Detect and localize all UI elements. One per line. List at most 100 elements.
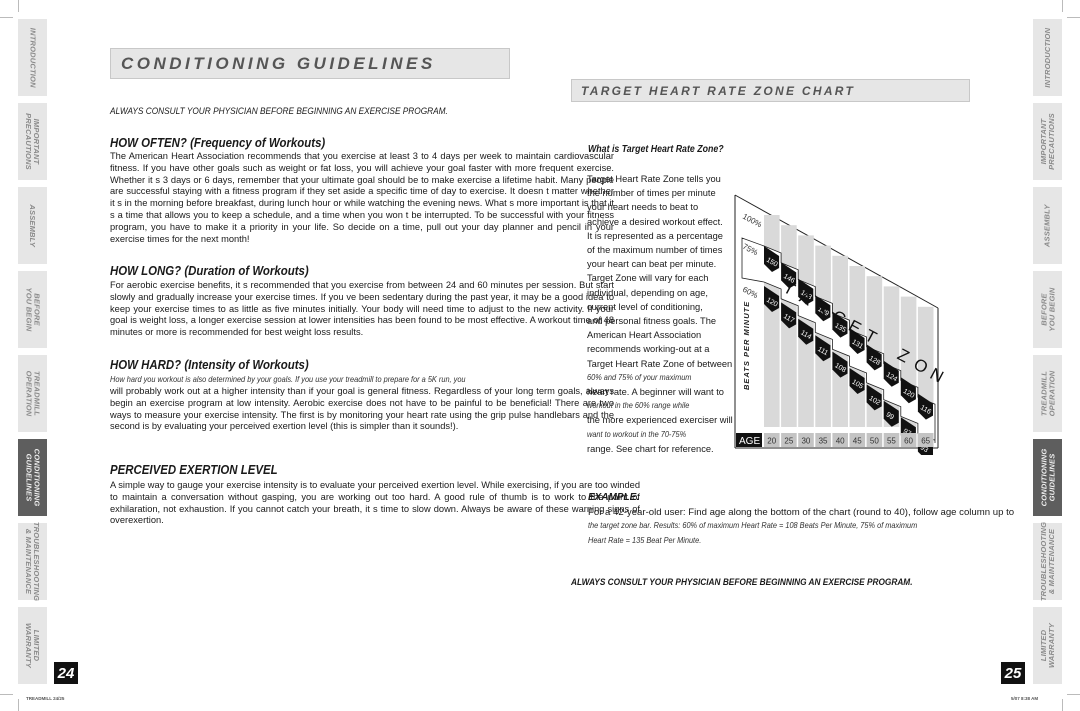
age-tick-label: 20 <box>767 437 776 446</box>
tab-label: IMPORTANT PRECAUTIONS <box>1039 113 1056 170</box>
crop-mark <box>1062 699 1063 711</box>
tab-label: TROUBLESHOOTING & MAINTENANCE <box>24 521 42 602</box>
page-title-box: CONDITIONING GUIDELINES <box>110 48 510 79</box>
age-tick-label: 25 <box>784 437 793 446</box>
chart-title: TARGET HEART RATE ZONE CHART <box>581 84 856 98</box>
footer-left: TREADMILL 24/25 <box>26 696 65 701</box>
explanation-line: your heart needs to beat to <box>587 202 699 213</box>
tab-troubleshooting-maintenance[interactable]: TROUBLESHOOTING & MAINTENANCE <box>1033 521 1062 602</box>
intro-how-hard: How hard you workout is also determined … <box>110 375 466 384</box>
tab-label: INTRODUCTION <box>28 27 38 88</box>
tab-troubleshooting-maintenance[interactable]: TROUBLESHOOTING & MAINTENANCE <box>18 521 47 602</box>
explanation-line: the number of times per minute <box>587 188 716 199</box>
explanation-line: American Heart Association <box>587 330 702 341</box>
age-tick-label: 45 <box>853 437 862 446</box>
crop-mark <box>0 694 13 695</box>
explanation-line: recommends working-out at a <box>587 344 710 355</box>
crop-mark <box>1067 17 1080 18</box>
tab-limited-warranty[interactable]: LIMITED WARRANTY <box>18 607 47 684</box>
tab-label: IMPORTANT PRECAUTIONS <box>24 113 42 170</box>
tab-treadmill-operation[interactable]: TREADMILL OPERATION <box>1033 355 1062 432</box>
chart-title-box: TARGET HEART RATE ZONE CHART <box>571 79 970 102</box>
tab-label: INTRODUCTION <box>1042 27 1052 88</box>
heading-how-often: HOW OFTEN? (Frequency of Workouts) <box>110 135 326 150</box>
explanation-line: range. See chart for reference. <box>587 443 714 454</box>
tab-conditioning-guidelines[interactable]: CONDITIONING GUIDELINES <box>1033 439 1062 516</box>
age-tick-label: 35 <box>819 437 828 446</box>
tab-introduction[interactable]: INTRODUCTION <box>18 19 47 96</box>
tab-label: LIMITED WARRANTY <box>24 623 42 668</box>
tab-introduction[interactable]: INTRODUCTION <box>1033 19 1062 96</box>
y-axis-label: BEATS PER MINUTE <box>742 301 751 390</box>
age-tick-label: 50 <box>870 437 879 446</box>
explanation-line: 60% and 75% of your maximum <box>587 372 692 382</box>
zone-letter: E <box>943 374 944 396</box>
body-how-hard: will probably work out at a higher inten… <box>110 386 614 432</box>
explanation-line: your heart can beat per minute. <box>587 259 717 270</box>
tab-label: TREADMILL OPERATION <box>24 370 42 417</box>
crop-mark <box>18 699 19 711</box>
percent-label: 100% <box>741 212 763 230</box>
explanation-line: the more experienced exerciser will <box>587 415 733 426</box>
body-how-long: For aerobic exercise benefits, it s reco… <box>110 280 614 338</box>
tab-label: BEFORE YOU BEGIN <box>24 287 42 332</box>
footer-right: 5/07 8:38 AM <box>1011 696 1039 701</box>
tab-label: TREADMILL OPERATION <box>1039 370 1056 417</box>
explanation-line: workout in the 60% range while <box>587 401 690 411</box>
body-perceived-exertion: A simple way to gauge your exercise inte… <box>110 480 640 526</box>
page-title: CONDITIONING GUIDELINES <box>121 54 436 73</box>
question-heading: What is Target Heart Rate Zone? <box>588 144 724 155</box>
explanation-line: achieve a desired workout effect. <box>587 216 723 227</box>
crop-mark <box>1067 694 1080 695</box>
explanation-line: current level of conditioning, <box>587 301 703 312</box>
explanation-line: Target Heart Rate Zone of between <box>587 358 733 369</box>
heading-how-hard: HOW HARD? (Intensity of Workouts) <box>110 357 309 372</box>
page-number-right: 25 <box>1001 662 1025 684</box>
tab-label: TROUBLESHOOTING & MAINTENANCE <box>1039 521 1056 602</box>
age-tick-label: 60 <box>904 437 913 446</box>
page-number-left: 24 <box>54 662 78 684</box>
tab-limited-warranty[interactable]: LIMITED WARRANTY <box>1033 607 1062 684</box>
physician-warning-top: ALWAYS CONSULT YOUR PHYSICIAN BEFORE BEG… <box>110 106 448 116</box>
tab-label: ASSEMBLY <box>28 204 38 247</box>
tab-conditioning-guidelines[interactable]: CONDITIONING GUIDELINES <box>18 439 47 516</box>
x-axis-label: AGE <box>739 436 760 447</box>
crop-mark <box>1062 0 1063 12</box>
example-result-1: the target zone bar. Results: 60% of max… <box>588 521 918 530</box>
age-tick-label: 30 <box>801 437 810 446</box>
age-tick-label: 40 <box>836 437 845 446</box>
physician-warning-bottom: ALWAYS CONSULT YOUR PHYSICIAN BEFORE BEG… <box>571 577 913 587</box>
explanation-line: individual, depending on age, <box>587 287 708 298</box>
age-tick-label: 55 <box>887 437 896 446</box>
body-how-often: The American Heart Association recommend… <box>110 151 614 244</box>
example-text: For a 42-year-old user: Find age along t… <box>588 507 1015 518</box>
tab-before-you-begin[interactable]: BEFORE YOU BEGIN <box>18 271 47 348</box>
example-heading: EXAMPLE: <box>588 492 640 503</box>
tab-treadmill-operation[interactable]: TREADMILL OPERATION <box>18 355 47 432</box>
explanation-line: Target Heart Rate Zone tells you <box>587 174 721 184</box>
tab-assembly[interactable]: ASSEMBLY <box>1033 187 1062 264</box>
heading-how-long: HOW LONG? (Duration of Workouts) <box>110 263 309 278</box>
crop-mark <box>0 17 13 18</box>
explanation-line: It is represented as a percentage <box>587 230 723 241</box>
explanation-line: want to workout in the 70-75% <box>587 429 687 439</box>
explanation-line: of the maximum number of times <box>587 245 723 255</box>
crop-mark <box>18 0 19 12</box>
explanation-line: Target Zone will vary for each <box>587 273 709 284</box>
percent-label: 60% <box>741 285 759 300</box>
tab-important-precautions[interactable]: IMPORTANT PRECAUTIONS <box>18 103 47 180</box>
tab-label: LIMITED WARRANTY <box>1039 623 1056 668</box>
tab-assembly[interactable]: ASSEMBLY <box>18 187 47 264</box>
explanation-line: and personal fitness goals. The <box>587 316 717 326</box>
tab-label: BEFORE YOU BEGIN <box>1039 287 1056 332</box>
age-tick-label: 65 <box>921 437 930 446</box>
tab-before-you-begin[interactable]: BEFORE YOU BEGIN <box>1033 271 1062 348</box>
tab-label: CONDITIONING GUIDELINES <box>1039 448 1056 507</box>
heart-rate-zone-chart: 100%75%60%150146143139135131128124120116… <box>734 194 944 455</box>
explanation-line: heart rate. A beginner will want to <box>587 387 724 397</box>
tab-label: ASSEMBLY <box>1042 204 1052 247</box>
tab-important-precautions[interactable]: IMPORTANT PRECAUTIONS <box>1033 103 1062 180</box>
example-result-2: Heart Rate = 135 Beat Per Minute. <box>588 536 702 545</box>
heading-perceived-exertion: PERCEIVED EXERTION LEVEL <box>110 462 278 477</box>
tab-label: CONDITIONING GUIDELINES <box>24 448 42 507</box>
